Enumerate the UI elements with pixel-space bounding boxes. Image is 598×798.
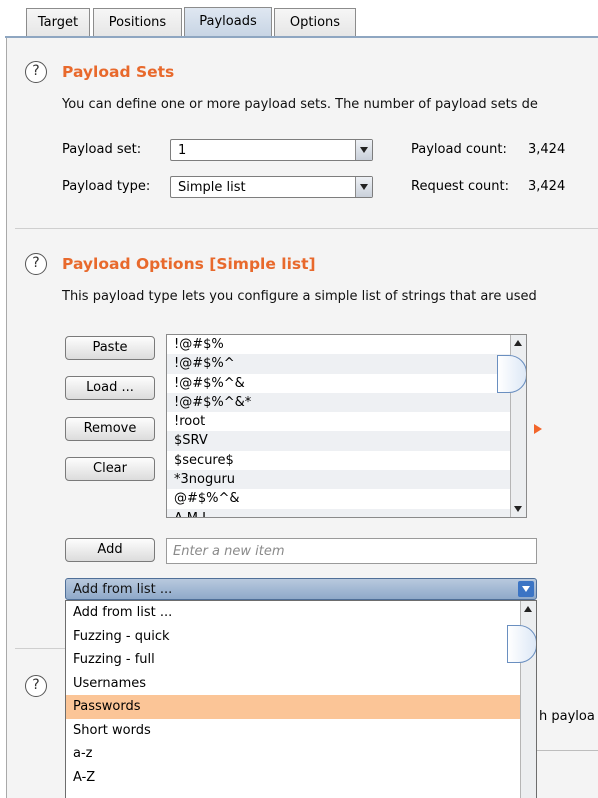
clear-button[interactable]: Clear [65,457,155,481]
dropdown-scrollbar[interactable] [507,601,536,798]
list-scrollbar[interactable] [497,335,526,517]
help-icon[interactable]: ? [25,253,47,275]
payload-type-label: Payload type: [62,179,151,194]
payload-count-value: 3,424 [528,142,566,157]
payloads-panel: ? Payload Sets You can define one or mor… [6,38,598,798]
scroll-thumb[interactable] [497,355,526,393]
scroll-up-icon[interactable] [511,336,526,351]
partial-description: h payloa [539,709,595,724]
dropdown-option[interactable]: Short words [66,719,536,743]
tab-positions[interactable]: Positions [93,8,182,36]
chevron-down-icon[interactable] [355,140,372,160]
scroll-down-icon[interactable] [521,793,536,798]
list-item[interactable]: !@#$% [167,335,526,354]
list-item[interactable]: $secure$ [167,451,526,470]
tab-target[interactable]: Target [26,8,90,36]
add-button[interactable]: Add [65,538,155,562]
payload-sets-description: You can define one or more payload sets.… [62,97,538,112]
payload-set-select[interactable]: 1 [170,139,373,161]
tab-options[interactable]: Options [274,8,356,36]
chevron-down-icon[interactable] [518,581,534,597]
help-icon[interactable]: ? [25,61,47,83]
dropdown-option[interactable]: Add from list ... [66,601,536,625]
divider-fragment [537,750,598,751]
tab-bar: Target Positions Payloads Options [0,0,598,38]
payload-set-label: Payload set: [62,142,142,157]
list-item[interactable]: *3noguru [167,470,526,490]
help-icon[interactable]: ? [25,675,47,697]
add-from-list-select[interactable]: Add from list ... [65,578,537,600]
payload-type-select[interactable]: Simple list [170,176,373,198]
payload-list[interactable]: !@#$% !@#$%^ !@#$%^& !@#$%^&* !root $SRV… [166,334,527,518]
list-item[interactable]: @#$%^& [167,489,526,508]
payload-count-label: Payload count: [411,142,507,157]
list-item[interactable]: !@#$%^ [167,354,526,374]
list-item[interactable]: $SRV [167,431,526,451]
dropdown-option[interactable]: Fuzzing - quick [66,625,536,649]
section-divider [15,228,598,229]
scroll-thumb[interactable] [507,625,536,663]
scroll-down-icon[interactable] [511,501,526,516]
payload-options-description: This payload type lets you configure a s… [62,289,537,304]
list-item[interactable]: A.M.I [167,508,526,517]
add-from-list-value: Add from list ... [73,582,173,597]
expand-arrow-icon[interactable] [534,424,542,434]
tab-payloads[interactable]: Payloads [184,7,272,37]
new-item-input[interactable] [167,539,536,563]
list-item[interactable]: !@#$%^& [167,374,526,393]
dropdown-option[interactable]: a-z [66,742,536,766]
payload-options-title: Payload Options [Simple list] [62,255,316,273]
dropdown-option[interactable]: A-Z [66,766,536,790]
add-from-list-popup[interactable]: Add from list ... Fuzzing - quick Fuzzin… [65,600,537,798]
request-count-value: 3,424 [528,179,566,194]
section-divider [15,648,65,649]
dropdown-option-highlighted[interactable]: Passwords [66,695,536,719]
payload-sets-title: Payload Sets [62,63,175,81]
request-count-label: Request count: [411,179,509,194]
list-item[interactable]: !@#$%^&* [167,392,526,413]
new-item-field[interactable] [166,538,537,564]
payload-set-value: 1 [178,143,187,158]
load-button[interactable]: Load ... [65,376,155,400]
chevron-down-icon[interactable] [355,177,372,197]
payload-type-value: Simple list [178,180,246,195]
dropdown-option[interactable]: Usernames [66,672,536,696]
scroll-up-icon[interactable] [521,602,536,617]
list-item[interactable]: !root [167,412,526,431]
dropdown-option[interactable]: Fuzzing - full [66,648,536,672]
paste-button[interactable]: Paste [65,336,155,360]
remove-button[interactable]: Remove [65,417,155,441]
